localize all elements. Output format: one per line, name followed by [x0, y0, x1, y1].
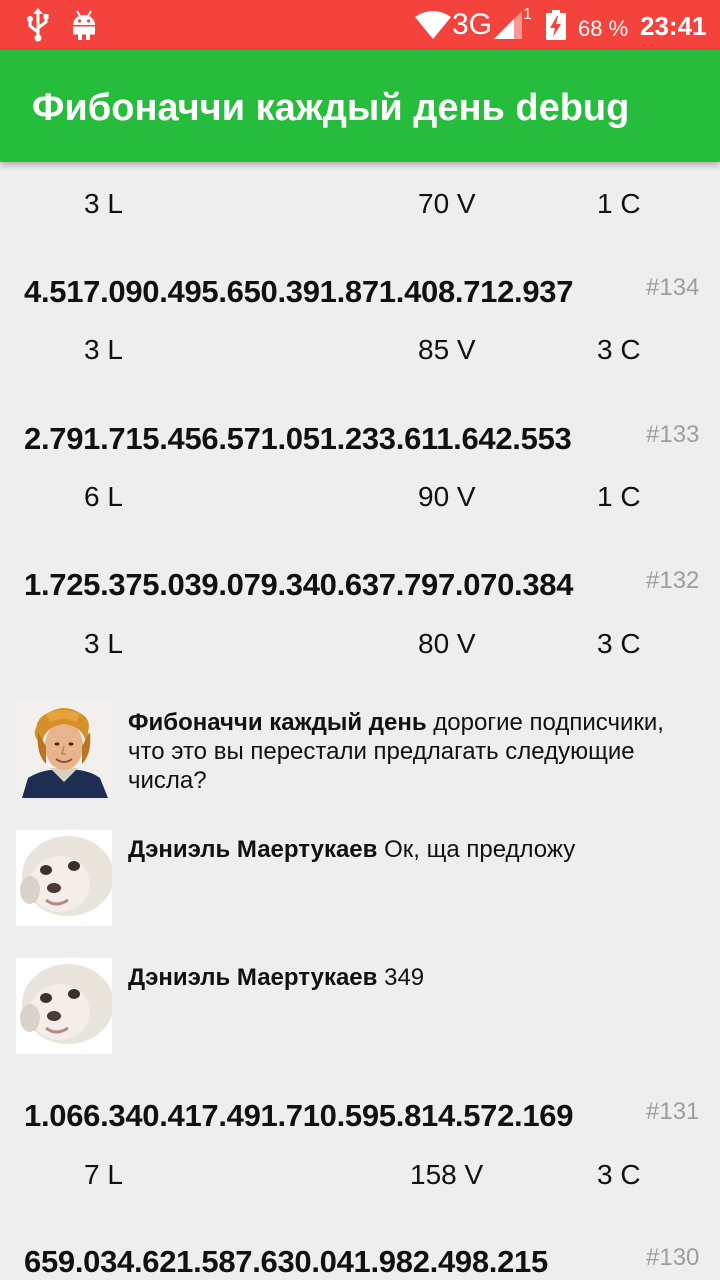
likes-count[interactable]: 7 L — [84, 1159, 123, 1191]
fibonacci-number: 1.066.340.417.491.710.595.814.572.169 — [24, 1098, 574, 1133]
likes-count[interactable]: 6 L — [84, 481, 123, 513]
comments-count[interactable]: 1 C — [597, 188, 641, 220]
comment-author[interactable]: Фибоначчи каждый день — [128, 709, 427, 736]
likes-count[interactable]: 3 L — [84, 188, 123, 220]
fibonacci-number: 659.034.621.587.630.041.982.498.215 — [24, 1244, 548, 1279]
sim-slot-indicator: 1 — [523, 6, 532, 23]
number-index: #132 — [646, 567, 700, 594]
comments-count[interactable]: 3 C — [597, 628, 641, 660]
fibonacci-number: 1.725.375.039.079.340.637.797.070.384 — [24, 567, 574, 602]
number-index: #133 — [646, 421, 700, 448]
battery-level: 68 % — [578, 16, 629, 41]
wifi-icon — [415, 11, 451, 39]
battery-charging-icon — [546, 10, 566, 40]
comments-count[interactable]: 3 C — [597, 334, 641, 366]
number-index: #130 — [646, 1244, 700, 1271]
avatar[interactable] — [16, 830, 112, 926]
number-index: #134 — [646, 274, 700, 301]
comment-author[interactable]: Дэниэль Маертукаев — [128, 836, 377, 863]
comments-count[interactable]: 3 C — [597, 1159, 641, 1191]
fibonacci-number: 4.517.090.495.650.391.871.408.712.937 — [24, 274, 574, 309]
feed-list[interactable]: 3 L 70 V 1 C 4.517.090.495.650.391.871.4… — [0, 162, 720, 1280]
avatar[interactable] — [16, 702, 112, 798]
views-count: 80 V — [418, 628, 476, 659]
fibonacci-portrait-icon — [16, 702, 112, 798]
fibonacci-number: 2.791.715.456.571.051.233.611.642.553 — [24, 421, 572, 456]
likes-count[interactable]: 3 L — [84, 628, 123, 660]
number-index: #131 — [646, 1098, 700, 1125]
avatar[interactable] — [16, 958, 112, 1054]
usb-icon — [27, 8, 49, 42]
views-count: 90 V — [418, 481, 476, 512]
views-count: 70 V — [418, 188, 476, 219]
network-type: 3G — [452, 8, 493, 41]
android-debug-icon — [73, 10, 95, 40]
views-count: 85 V — [418, 334, 476, 365]
comment-author[interactable]: Дэниэль Маертукаев — [128, 964, 377, 991]
comment-text: Ок, ща предложу — [384, 836, 576, 863]
likes-count[interactable]: 3 L — [84, 334, 123, 366]
signal-icon — [494, 11, 522, 39]
dog-face-icon — [16, 958, 112, 1054]
app-bar: Фибоначчи каждый день debug — [0, 50, 720, 162]
views-count: 158 V — [410, 1159, 484, 1190]
app-title: Фибоначчи каждый день debug — [32, 87, 630, 129]
clock: 23:41 — [640, 11, 707, 41]
comment-text: 349 — [384, 964, 425, 991]
status-bar: 3G 1 68 % 23:41 — [0, 0, 720, 50]
dog-face-icon — [16, 830, 112, 926]
comment-body: Дэниэль Маертукаев Ок, ща предложу — [128, 835, 688, 864]
comment-body: Фибоначчи каждый день дорогие подписчики… — [128, 708, 688, 795]
comments-count[interactable]: 1 C — [597, 481, 641, 513]
comment-body: Дэниэль Маертукаев 349 — [128, 963, 688, 992]
